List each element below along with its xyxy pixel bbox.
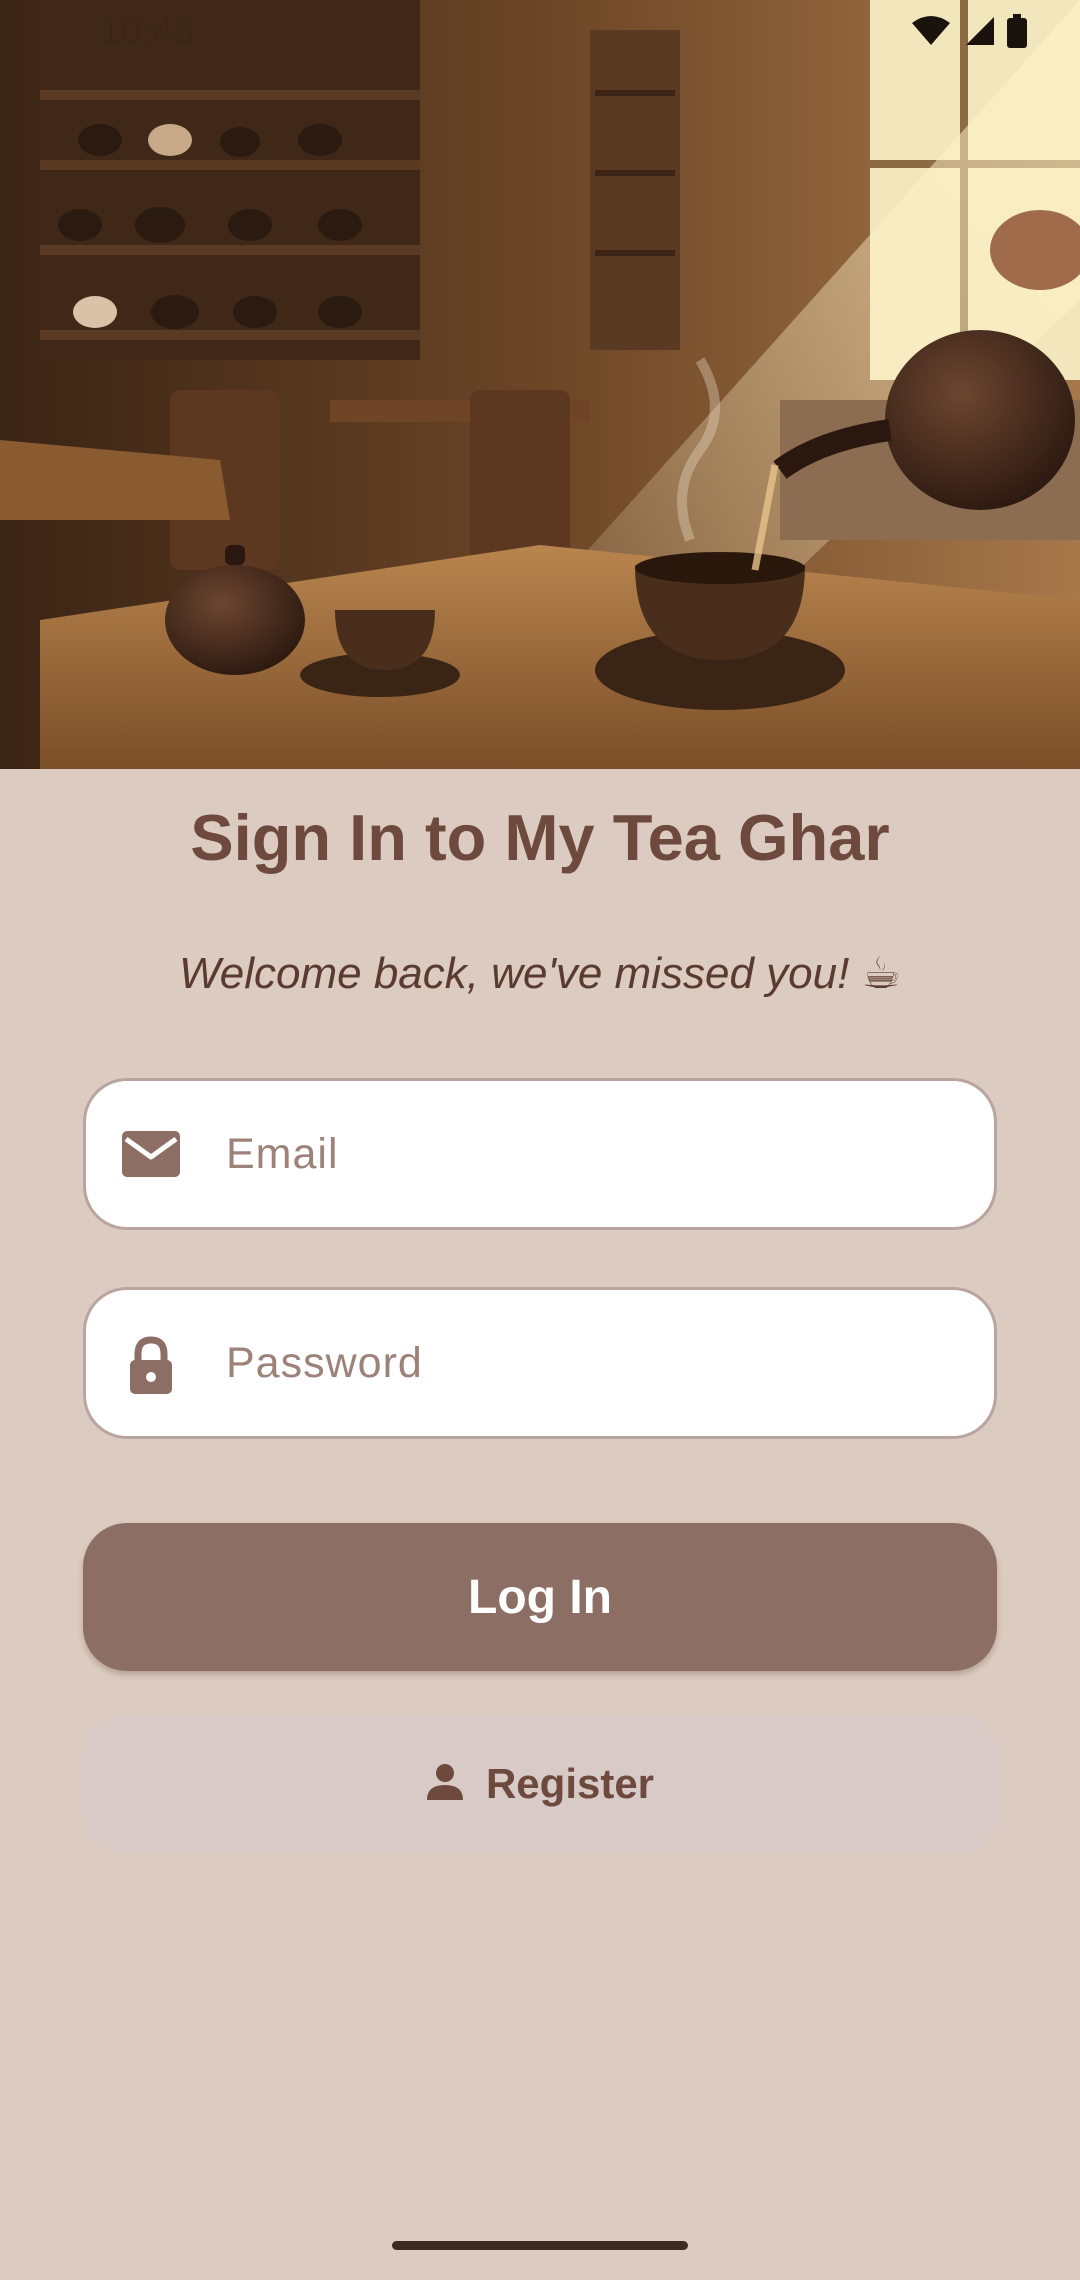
password-field[interactable] <box>83 1287 997 1439</box>
battery-icon <box>1006 14 1028 53</box>
status-icons <box>910 14 1028 53</box>
password-input[interactable] <box>226 1290 966 1436</box>
register-button[interactable]: Register <box>83 1714 997 1854</box>
email-field[interactable] <box>83 1078 997 1230</box>
login-screen: 10:45 Sign In to My Tea Ghar Welcome bac… <box>0 0 1080 2280</box>
status-bar: 10:45 <box>0 0 1080 66</box>
email-input[interactable] <box>226 1081 966 1227</box>
welcome-subtitle: Welcome back, we've missed you! ☕ <box>179 949 901 998</box>
login-button[interactable]: Log In <box>83 1523 997 1671</box>
person-icon <box>426 1763 464 1805</box>
wifi-icon <box>910 15 952 52</box>
register-label: Register <box>485 1760 655 1807</box>
cellular-signal-icon <box>962 15 996 52</box>
hero-tea-house-image <box>0 0 1080 769</box>
status-time: 10:45 <box>100 10 196 51</box>
lock-icon <box>120 1336 182 1394</box>
page-title: Sign In to My Tea Ghar <box>190 801 890 874</box>
home-indicator[interactable] <box>392 2241 688 2250</box>
mail-icon <box>120 1127 182 1183</box>
